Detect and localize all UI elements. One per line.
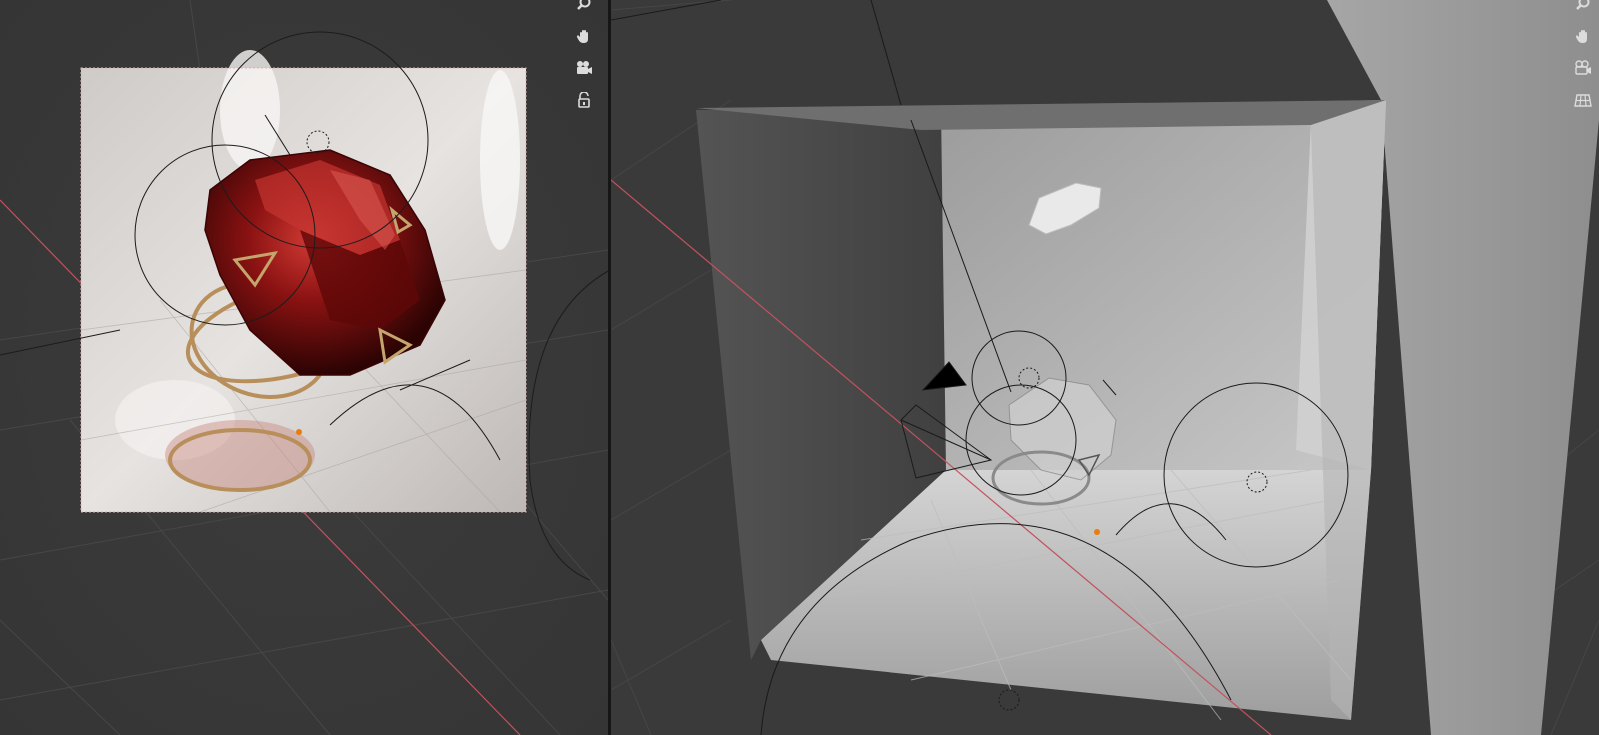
orthographic-grid-icon[interactable]	[1571, 88, 1595, 112]
left-nav-gizmo	[572, 0, 596, 112]
right-viewport-scene	[611, 0, 1599, 735]
right-viewport-solid[interactable]	[611, 0, 1599, 735]
hand-pan-icon[interactable]	[572, 24, 596, 48]
hand-pan-icon[interactable]	[1571, 24, 1595, 48]
left-viewport-rendered[interactable]	[0, 0, 608, 735]
lock-camera-icon[interactable]	[572, 88, 596, 112]
camera-view-icon[interactable]	[572, 56, 596, 80]
left-viewport-scene	[0, 0, 608, 735]
right-nav-gizmo	[1571, 0, 1595, 112]
camera-view-icon[interactable]	[1571, 56, 1595, 80]
object-origin-dot	[1094, 529, 1100, 535]
object-origin-dot	[296, 429, 302, 435]
zoom-icon[interactable]	[1571, 0, 1595, 16]
zoom-icon[interactable]	[572, 0, 596, 16]
